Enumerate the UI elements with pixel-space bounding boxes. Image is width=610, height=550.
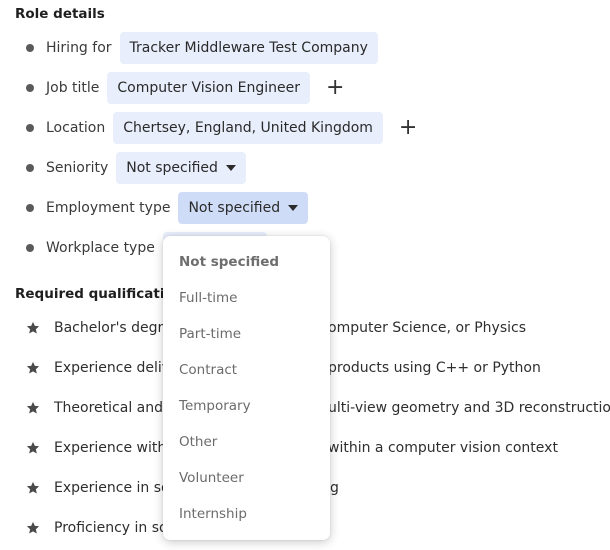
star-icon — [26, 321, 40, 334]
employment-type-option[interactable]: Other — [179, 434, 217, 450]
add-location-icon[interactable]: + — [399, 117, 417, 139]
job-title-chip[interactable]: Computer Vision Engineer — [107, 72, 311, 104]
location-chip[interactable]: Chertsey, England, United Kingdom — [113, 112, 383, 144]
employment-type-option[interactable]: Internship — [179, 506, 247, 522]
caret-down-icon — [288, 205, 299, 211]
hiring-for-row: Hiring for Tracker Middleware Test Compa… — [26, 31, 378, 65]
seniority-row: Seniority Not specified — [26, 151, 246, 185]
qualification-text-end: within a computer vision context — [328, 440, 558, 456]
employment-type-option[interactable]: Full-time — [179, 290, 237, 306]
employment-type-value: Not specified — [188, 200, 281, 216]
qualification-item: Theoretical and p ulti-view geometry and … — [26, 391, 610, 425]
qualification-text-start: Bachelor's degree — [54, 320, 181, 336]
qualification-text-start: Experience in soft — [54, 480, 180, 496]
qualification-text-start: Proficiency in soft — [54, 520, 178, 536]
bullet-icon — [26, 84, 34, 92]
employment-type-row: Employment type Not specified — [26, 191, 309, 225]
employment-type-option[interactable]: Contract — [179, 362, 237, 378]
seniority-dropdown[interactable]: Not specified — [116, 152, 246, 184]
job-title-label: Job title — [46, 80, 100, 96]
star-icon — [26, 441, 40, 454]
seniority-value: Not specified — [126, 160, 218, 176]
qualification-item: Experience in soft g — [26, 471, 339, 505]
qualification-text-end: g — [330, 480, 339, 496]
bullet-icon — [26, 44, 34, 52]
role-details-title: Role details — [15, 6, 105, 22]
employment-type-menu: Not specified Full-time Part-time Contract T… — [163, 236, 330, 540]
qualification-text-start: Theoretical and p — [54, 400, 177, 416]
bullet-icon — [26, 204, 34, 212]
qualification-item: Experience deliver products using C++ or … — [26, 351, 541, 385]
bullet-icon — [26, 244, 34, 252]
job-title-row: Job title Computer Vision Engineer + — [26, 71, 344, 105]
add-job-title-icon[interactable]: + — [326, 77, 344, 99]
hiring-for-chip[interactable]: Tracker Middleware Test Company — [119, 32, 378, 64]
qualification-text-end: ulti-view geometry and 3D reconstruction — [328, 400, 610, 416]
qualification-text-end: omputer Science, or Physics — [328, 320, 526, 336]
hiring-for-label: Hiring for — [46, 40, 112, 56]
employment-type-option[interactable]: Not specified — [179, 254, 279, 270]
employment-type-option[interactable]: Temporary — [179, 398, 251, 414]
workplace-type-label: Workplace type — [46, 240, 155, 256]
location-label: Location — [46, 120, 106, 136]
employment-type-option[interactable]: Part-time — [179, 326, 241, 342]
star-icon — [26, 481, 40, 494]
star-icon — [26, 401, 40, 414]
star-icon — [26, 521, 40, 534]
qualification-item: Proficiency in soft — [26, 511, 178, 545]
seniority-label: Seniority — [46, 160, 109, 176]
qualification-item: Experience with m within a computer visio… — [26, 431, 558, 465]
caret-down-icon — [225, 165, 236, 171]
location-row: Location Chertsey, England, United Kingd… — [26, 111, 417, 145]
bullet-icon — [26, 124, 34, 132]
employment-type-dropdown[interactable]: Not specified — [178, 192, 309, 224]
employment-type-option[interactable]: Volunteer — [179, 470, 244, 486]
qualification-text-end: products using C++ or Python — [328, 360, 541, 376]
bullet-icon — [26, 164, 34, 172]
employment-type-label: Employment type — [46, 200, 171, 216]
qualification-item: Bachelor's degree omputer Science, or Phy… — [26, 311, 526, 345]
star-icon — [26, 361, 40, 374]
